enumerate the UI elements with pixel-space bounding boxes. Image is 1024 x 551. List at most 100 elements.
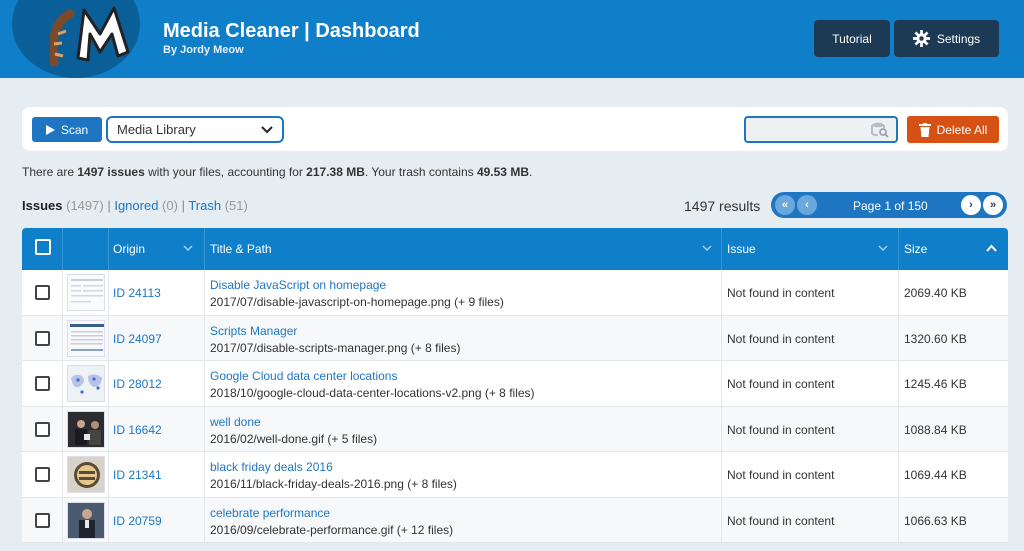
origin-link[interactable]: ID 24113 <box>113 286 161 300</box>
column-divider <box>721 315 722 360</box>
tab-separator: | <box>181 198 185 213</box>
origin-link[interactable]: ID 28012 <box>113 377 162 391</box>
first-page-button[interactable]: « <box>775 195 795 215</box>
column-divider <box>898 497 899 542</box>
database-search-icon <box>871 122 889 138</box>
media-library-select[interactable]: Media Library <box>106 116 284 143</box>
column-issue-label: Issue <box>727 242 756 256</box>
toolbar-panel: Scan Media Library Delete All <box>22 107 1008 151</box>
row-checkbox[interactable] <box>35 285 50 300</box>
column-divider <box>721 452 722 497</box>
header-divider <box>721 228 722 270</box>
table-row: ID 20759 celebrate performance 2016/09/c… <box>22 497 1008 543</box>
prev-page-icon: ‹ <box>805 199 809 211</box>
origin-link[interactable]: ID 20759 <box>113 514 162 528</box>
origin-link[interactable]: ID 24097 <box>113 332 162 346</box>
media-title-link[interactable]: black friday deals 2016 <box>210 460 333 474</box>
column-divider <box>898 270 899 315</box>
app-logo <box>12 0 140 78</box>
media-title-link[interactable]: Disable JavaScript on homepage <box>210 278 386 292</box>
photo-thumbnail-icon <box>68 411 104 447</box>
delete-all-button[interactable]: Delete All <box>907 116 999 143</box>
row-checkbox[interactable] <box>35 421 50 437</box>
header-divider <box>62 228 63 270</box>
column-divider <box>204 315 205 360</box>
photo-thumbnail-icon <box>68 502 104 538</box>
search-input[interactable] <box>744 116 898 143</box>
results-count: 1497 results <box>684 198 761 214</box>
column-size[interactable]: Size <box>904 228 927 270</box>
column-divider <box>62 270 63 315</box>
column-divider <box>108 452 109 497</box>
media-path: 2016/09/celebrate-performance.gif (+ 12 … <box>210 522 454 537</box>
column-divider <box>204 361 205 406</box>
last-page-button[interactable]: » <box>983 195 1003 215</box>
issue-text: Not found in content <box>727 422 835 437</box>
screenshot-thumbnail-icon <box>68 275 104 310</box>
sort-chevron-icon[interactable] <box>702 245 712 252</box>
summary-trash: 49.53 MB <box>476 165 529 179</box>
media-path: 2017/07/disable-scripts-manager.png (+ 8… <box>210 340 461 355</box>
table-body: ID 24113 Disable JavaScript on homepage … <box>22 270 1008 543</box>
tutorial-button[interactable]: Tutorial <box>814 20 890 57</box>
column-divider <box>204 452 205 497</box>
scan-button[interactable]: Scan <box>32 117 102 142</box>
media-title-link[interactable]: well done <box>210 415 261 429</box>
row-checkbox[interactable] <box>35 512 50 528</box>
sort-up-chevron-icon[interactable] <box>986 244 997 252</box>
thumbnail-image <box>67 501 105 539</box>
prev-page-button[interactable]: ‹ <box>797 195 817 215</box>
media-title-link[interactable]: Scripts Manager <box>210 324 297 338</box>
app-header: Media Cleaner | Dashboard By Jordy Meow … <box>0 0 1024 78</box>
media-title-link[interactable]: Google Cloud data center locations <box>210 369 397 383</box>
column-divider <box>721 361 722 406</box>
summary-text: There are 1497 issues with your files, a… <box>22 165 532 179</box>
next-page-icon: › <box>969 199 973 211</box>
row-checkbox[interactable] <box>35 376 50 391</box>
column-divider <box>62 452 63 497</box>
column-title-path[interactable]: Title & Path <box>210 228 272 270</box>
sort-chevron-icon[interactable] <box>878 245 888 252</box>
issue-text: Not found in content <box>727 331 835 346</box>
row-checkbox[interactable] <box>35 330 50 346</box>
map-thumbnail-icon <box>68 366 104 401</box>
play-icon <box>45 124 55 135</box>
table-row: ID 21341 black friday deals 2016 2016/11… <box>22 452 1008 498</box>
column-title-label: Title & Path <box>210 242 272 256</box>
table-row: ID 16642 well done 2016/02/well-done.gif… <box>22 406 1008 452</box>
tab-trash[interactable]: Trash <box>188 198 221 213</box>
tab-ignored[interactable]: Ignored <box>114 198 158 213</box>
tab-issues[interactable]: Issues <box>22 198 62 213</box>
select-value: Media Library <box>117 122 196 137</box>
column-divider <box>898 315 899 360</box>
media-title-link[interactable]: celebrate performance <box>210 506 330 520</box>
column-divider <box>721 270 722 315</box>
summary-issues: 1497 issues <box>77 165 145 179</box>
column-origin-label: Origin <box>113 242 146 256</box>
table-row: ID 28012 Google Cloud data center locati… <box>22 361 1008 407</box>
media-path: 2018/10/google-cloud-data-center-locatio… <box>210 386 535 400</box>
column-divider <box>108 270 109 315</box>
summary-suffix: . <box>528 165 533 179</box>
column-divider <box>204 406 205 451</box>
select-all-checkbox[interactable] <box>35 239 51 255</box>
size-value: 1088.84 KB <box>904 422 967 437</box>
tutorial-label: Tutorial <box>832 31 872 46</box>
next-page-button[interactable]: › <box>961 195 981 215</box>
badge-thumbnail-icon <box>68 457 104 492</box>
header-divider <box>108 228 109 270</box>
column-divider <box>204 497 205 542</box>
row-checkbox[interactable] <box>35 467 50 482</box>
origin-link[interactable]: ID 21341 <box>113 468 162 482</box>
sort-chevron-icon[interactable] <box>183 245 193 252</box>
column-divider <box>898 361 899 406</box>
tab-separator: | <box>107 198 111 213</box>
column-origin[interactable]: Origin <box>113 228 145 270</box>
tab-ignored-count: (0) <box>162 198 178 213</box>
gear-icon <box>912 30 930 47</box>
origin-link[interactable]: ID 16642 <box>113 423 162 437</box>
summary-size: 217.38 MB <box>306 165 365 179</box>
column-issue[interactable]: Issue <box>727 228 756 270</box>
settings-button[interactable]: Settings <box>894 20 999 57</box>
thumbnail-image <box>67 365 105 402</box>
